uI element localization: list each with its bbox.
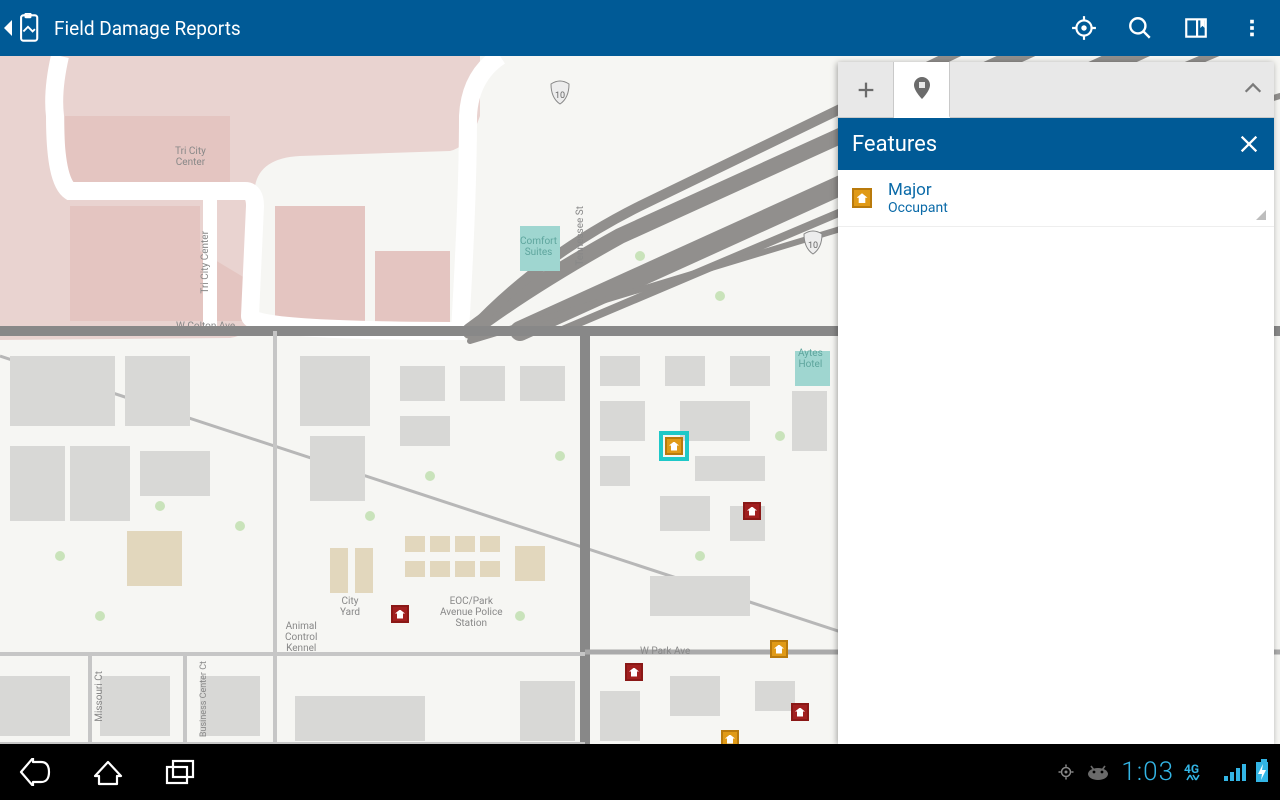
map-marker-red[interactable] bbox=[743, 502, 761, 520]
battery-icon bbox=[1256, 762, 1268, 782]
panel-tabs bbox=[838, 62, 1274, 118]
map-marker-red[interactable] bbox=[625, 663, 643, 681]
svg-text:10: 10 bbox=[808, 241, 818, 251]
search-icon bbox=[1127, 15, 1153, 41]
back-button[interactable] bbox=[0, 0, 50, 56]
back-chevron-icon bbox=[4, 20, 12, 36]
nav-back-icon bbox=[19, 758, 53, 786]
nav-home-icon bbox=[91, 758, 125, 786]
map-label: Missouri Ct bbox=[94, 671, 105, 722]
map-marker-red[interactable] bbox=[391, 605, 409, 623]
status-area[interactable]: 1:03 4G bbox=[1057, 757, 1280, 787]
nav-recents-button[interactable] bbox=[144, 744, 216, 800]
map-label: EOC/Park Avenue Police Station bbox=[440, 596, 503, 629]
map-label: City Yard bbox=[340, 596, 360, 618]
map-marker-orange[interactable] bbox=[665, 437, 683, 455]
nav-recents-icon bbox=[165, 759, 195, 785]
panel-header-title: Features bbox=[852, 132, 937, 157]
map-label: Comfort Suites bbox=[520, 236, 557, 258]
feature-item-title: Major bbox=[888, 180, 948, 200]
status-clock: 1:03 bbox=[1121, 757, 1174, 787]
svg-text:4G: 4G bbox=[1184, 762, 1199, 776]
damage-orange-icon bbox=[852, 188, 872, 208]
bookmarks-icon bbox=[1183, 15, 1209, 41]
chevron-up-icon bbox=[1242, 78, 1264, 100]
house-icon bbox=[774, 645, 784, 654]
house-icon bbox=[795, 708, 805, 717]
tab-add[interactable] bbox=[838, 62, 894, 118]
house-icon bbox=[395, 610, 405, 619]
overflow-icon bbox=[1241, 17, 1263, 39]
svg-text:10: 10 bbox=[555, 91, 565, 101]
house-icon bbox=[629, 668, 639, 677]
overflow-button[interactable] bbox=[1224, 0, 1280, 56]
bookmarks-button[interactable] bbox=[1168, 0, 1224, 56]
house-icon bbox=[725, 735, 735, 744]
tab-feature[interactable] bbox=[894, 62, 950, 118]
map-label: Aytes Hotel bbox=[798, 348, 823, 370]
plus-icon bbox=[855, 79, 877, 101]
feature-item[interactable]: MajorOccupant bbox=[838, 170, 1274, 227]
expand-corner-icon bbox=[1256, 210, 1266, 220]
feature-list[interactable]: MajorOccupant bbox=[838, 170, 1274, 744]
map-marker-orange[interactable] bbox=[721, 730, 739, 744]
map-label: Tri City Center bbox=[200, 231, 211, 294]
features-panel: Features MajorOccupant bbox=[838, 62, 1274, 744]
map-label: W Colton Ave bbox=[176, 321, 235, 332]
nav-home-button[interactable] bbox=[72, 744, 144, 800]
page-title: Field Damage Reports bbox=[54, 17, 241, 40]
house-icon bbox=[669, 442, 679, 451]
panel-close-button[interactable] bbox=[1238, 133, 1260, 155]
locate-button[interactable] bbox=[1056, 0, 1112, 56]
network-4g-icon: 4G bbox=[1184, 761, 1214, 783]
map-marker-red[interactable] bbox=[791, 703, 809, 721]
map-label: W Park Ave bbox=[640, 646, 690, 657]
location-status-icon bbox=[1057, 763, 1075, 781]
panel-header: Features bbox=[838, 118, 1274, 170]
map-label: Tri City Center bbox=[175, 146, 206, 168]
interstate-shield-icon: 10 bbox=[551, 81, 569, 104]
collapse-button[interactable] bbox=[1242, 78, 1264, 100]
nav-back-button[interactable] bbox=[0, 744, 72, 800]
signal-icon bbox=[1224, 763, 1246, 781]
interstate-shield-icon: 10 bbox=[804, 231, 822, 254]
map-label: Business Center Ct bbox=[200, 661, 210, 737]
android-icon bbox=[1085, 763, 1111, 781]
pin-icon bbox=[912, 77, 932, 101]
map-label: Animal Control Kennel bbox=[285, 621, 317, 654]
system-nav-bar: 1:03 4G bbox=[0, 744, 1280, 800]
close-icon bbox=[1238, 133, 1260, 155]
feature-item-subtitle: Occupant bbox=[888, 200, 948, 216]
search-button[interactable] bbox=[1112, 0, 1168, 56]
map-label: Tennessee St bbox=[575, 206, 586, 266]
action-bar: Field Damage Reports bbox=[0, 0, 1280, 56]
house-icon bbox=[747, 507, 757, 516]
crosshair-icon bbox=[1071, 15, 1097, 41]
clipboard-map-icon bbox=[14, 13, 42, 43]
map-marker-orange[interactable] bbox=[770, 640, 788, 658]
